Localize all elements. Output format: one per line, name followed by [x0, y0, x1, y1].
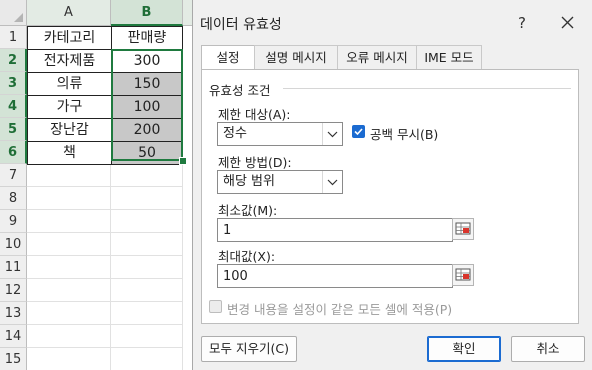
cell-a5[interactable]: 장난감	[27, 118, 112, 142]
row-header-13[interactable]: 13	[0, 302, 27, 325]
checkmark-icon	[354, 128, 363, 136]
row-header-3[interactable]: 3	[0, 72, 27, 95]
cell[interactable]	[111, 210, 183, 233]
allow-dropdown[interactable]: 정수	[217, 122, 343, 146]
data-value: 해당 범위	[223, 174, 275, 189]
range-select-icon	[455, 222, 471, 235]
ok-button[interactable]: 확인	[427, 336, 501, 362]
clear-all-button[interactable]: 모두 지우기(C)	[201, 336, 297, 362]
data-label: 제한 방법(D):	[218, 155, 292, 170]
dialog-title: 데이터 유효성	[200, 17, 282, 33]
cell[interactable]	[111, 279, 183, 302]
column-header-b[interactable]: B	[111, 0, 183, 26]
tab-ime-mode[interactable]: IME 모드	[416, 45, 482, 69]
minimum-input-field[interactable]	[218, 219, 452, 242]
row-header-5[interactable]: 5	[0, 118, 27, 141]
cell[interactable]	[111, 256, 183, 279]
allow-value: 정수	[223, 126, 247, 141]
row-header-12[interactable]: 12	[0, 279, 27, 302]
row-header-4[interactable]: 4	[0, 95, 27, 118]
cell[interactable]	[27, 325, 111, 348]
maximum-input-field[interactable]	[218, 265, 452, 288]
tab-input-message[interactable]: 설명 메시지	[254, 45, 338, 69]
cell[interactable]	[27, 210, 111, 233]
tab-settings[interactable]: 설정	[201, 45, 255, 71]
cell-a2[interactable]: 전자제품	[27, 49, 112, 73]
row-header-8[interactable]: 8	[0, 187, 27, 210]
dialog-titlebar[interactable]: 데이터 유효성 ?	[193, 0, 592, 44]
column-header-c[interactable]	[183, 0, 192, 26]
row-header-15[interactable]: 15	[0, 348, 27, 370]
cell[interactable]	[27, 187, 111, 210]
cell-b5[interactable]: 200	[111, 118, 183, 142]
maximum-input[interactable]	[217, 264, 453, 288]
row-header-6[interactable]: 6	[0, 141, 27, 164]
cell-b4[interactable]: 100	[111, 95, 183, 119]
chevron-down-icon	[322, 123, 342, 145]
row-header-11[interactable]: 11	[0, 256, 27, 279]
row-header-14[interactable]: 14	[0, 325, 27, 348]
column-header-a[interactable]: A	[27, 0, 111, 26]
cell-b1[interactable]: 판매량	[111, 26, 183, 50]
range-select-icon	[455, 268, 471, 281]
maximum-range-picker-button[interactable]	[452, 264, 474, 286]
validation-criteria-label: 유효성 조건	[209, 80, 277, 99]
cancel-button[interactable]: 취소	[511, 336, 585, 362]
cell[interactable]	[27, 348, 111, 370]
fill-handle[interactable]	[179, 157, 187, 165]
close-icon	[561, 16, 574, 29]
cell[interactable]	[27, 256, 111, 279]
maximum-label: 최대값(X):	[218, 249, 276, 264]
cell[interactable]	[111, 348, 183, 370]
row-header-7[interactable]: 7	[0, 164, 27, 187]
row-header-2[interactable]: 2	[0, 49, 27, 72]
spreadsheet: A B 1 2 3 4 5 6 7 8 9 10 11 12 13 14 15 …	[0, 0, 192, 370]
cell-a6[interactable]: 책	[27, 141, 112, 165]
ignore-blank-label[interactable]: 공백 무시(B)	[370, 124, 438, 143]
apply-to-all-label[interactable]: 변경 내용을 설정이 같은 모든 셀에 적용(P)	[227, 299, 452, 318]
allow-label: 제한 대상(A):	[218, 107, 291, 122]
ignore-blank-checkbox[interactable]	[352, 125, 365, 138]
apply-to-all-checkbox[interactable]	[209, 300, 222, 313]
row-header-9[interactable]: 9	[0, 210, 27, 233]
data-validation-dialog: 데이터 유효성 ? 설정 설명 메시지 오류 메시지 IME 모드 유효성 조건…	[192, 0, 592, 370]
data-dropdown[interactable]: 해당 범위	[217, 170, 343, 194]
cell[interactable]	[111, 164, 183, 187]
chevron-down-icon	[322, 171, 342, 193]
cell-b6[interactable]: 50	[111, 141, 183, 165]
cell-b3[interactable]: 150	[111, 72, 183, 96]
cell[interactable]	[111, 302, 183, 325]
select-all-triangle-icon	[14, 13, 23, 22]
select-all-corner[interactable]	[0, 0, 27, 26]
cell[interactable]	[27, 279, 111, 302]
help-button[interactable]: ?	[511, 12, 533, 34]
cell[interactable]	[111, 187, 183, 210]
cell[interactable]	[111, 233, 183, 256]
cell-b2[interactable]: 300	[111, 49, 183, 73]
minimum-label: 최소값(M):	[218, 203, 278, 218]
minimum-input[interactable]	[217, 218, 453, 242]
cell[interactable]	[27, 302, 111, 325]
cell-a1[interactable]: 카테고리	[27, 26, 112, 50]
close-button[interactable]	[556, 12, 580, 34]
row-header-10[interactable]: 10	[0, 233, 27, 256]
cell[interactable]	[27, 233, 111, 256]
cell-a3[interactable]: 의류	[27, 72, 112, 96]
minimum-range-picker-button[interactable]	[452, 218, 474, 240]
row-header-1[interactable]: 1	[0, 26, 27, 49]
cell-a4[interactable]: 가구	[27, 95, 112, 119]
tab-error-alert[interactable]: 오류 메시지	[337, 45, 417, 69]
cell[interactable]	[27, 164, 111, 187]
group-divider	[283, 88, 571, 89]
cell[interactable]	[111, 325, 183, 348]
